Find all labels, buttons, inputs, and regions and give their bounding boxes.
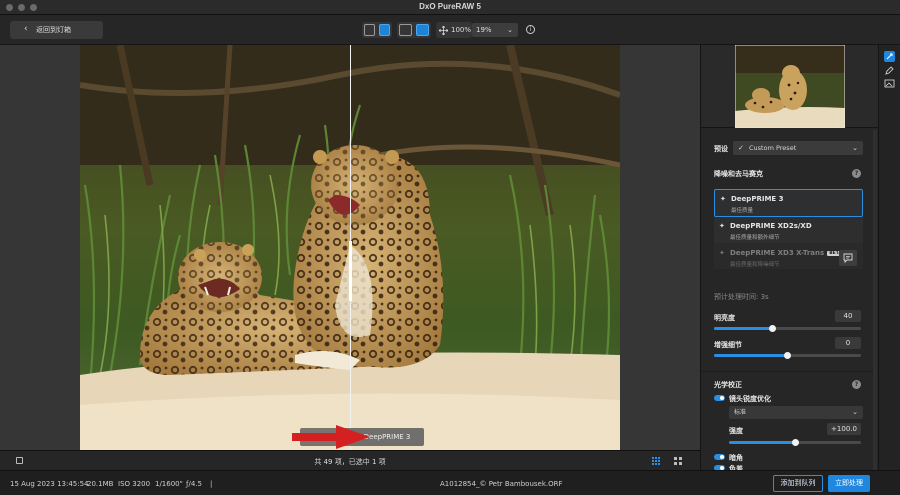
chevron-left-icon: ‹	[24, 24, 28, 34]
iso-value: ISO 3200	[118, 480, 151, 488]
luminance-slider-knob[interactable]	[769, 325, 777, 332]
feedback-button[interactable]	[839, 250, 857, 266]
title-bar: DxO PureRAW 5	[0, 0, 900, 15]
lens-sharpness-label: 镜头锐度优化	[729, 395, 771, 403]
noise-tool-icon[interactable]	[884, 51, 895, 62]
panel-scrollbar[interactable]	[873, 130, 877, 470]
image-viewer	[0, 45, 700, 450]
preset-value: Custom Preset	[749, 144, 797, 152]
compare-mode-group	[397, 22, 431, 38]
process-now-button[interactable]: 立即处理	[828, 475, 870, 492]
split-handle-icon[interactable]	[347, 241, 354, 301]
option-description: 最佳质量	[731, 208, 754, 214]
side-by-side-icon[interactable]	[399, 24, 412, 36]
window-title: DxO PureRAW 5	[419, 2, 481, 11]
view-mode-group	[362, 22, 392, 38]
aperture: ƒ/4.5	[186, 480, 202, 488]
image-tool-icon[interactable]	[884, 78, 895, 89]
chromatic-toggle[interactable]	[714, 465, 725, 470]
single-view-icon[interactable]	[364, 24, 375, 36]
grid-view-icon[interactable]	[652, 457, 660, 465]
chromatic-label: 色差	[729, 465, 743, 470]
info-icon[interactable]: i	[526, 25, 535, 34]
list-view-icon[interactable]	[674, 457, 682, 465]
file-size: 20.1MB	[87, 480, 114, 488]
sparkle-icon: ✦	[719, 222, 725, 230]
section-divider	[701, 371, 873, 372]
capture-date: 15 Aug 2023 13:45:54	[10, 480, 89, 488]
strength-label: 强度	[729, 427, 743, 435]
back-to-lightbox-button[interactable]: ‹ 返回到灯箱	[10, 21, 103, 39]
strength-value[interactable]: +100.0	[827, 423, 861, 435]
detail-value[interactable]: 0	[835, 337, 861, 349]
detail-slider[interactable]	[714, 352, 861, 359]
split-compare-icon[interactable]	[416, 24, 429, 36]
denoise-section-title: 降噪和去马赛克	[714, 170, 763, 178]
luminance-slider[interactable]	[714, 325, 861, 332]
status-bar: 15 Aug 2023 13:45:54 20.1MB ISO 3200 1/1…	[0, 470, 900, 495]
add-to-queue-button[interactable]: 添加到队列	[773, 475, 823, 492]
option-deepprime-xd2s[interactable]: ✦ DeepPRIME XD2s/XD 最佳质量和额外细节	[714, 217, 863, 243]
option-description: 最佳质量和额外细节	[730, 235, 780, 241]
settings-panel: 预设 ✓ Custom Preset ⌄ 降噪和去马赛克 ? ✦ DeepPRI…	[700, 45, 878, 470]
zoom-level-value: 19%	[476, 26, 492, 34]
help-icon[interactable]: ?	[852, 380, 861, 389]
filmstrip-bar: 共 49 项，已选中 1 项	[0, 450, 700, 470]
chevron-down-icon: ⌄	[852, 408, 858, 416]
strength-slider-fill	[729, 441, 795, 444]
chevron-down-icon: ⌄	[507, 26, 513, 34]
detail-label: 增强细节	[714, 341, 742, 349]
strength-slider[interactable]	[729, 439, 861, 446]
shutter-speed: 1/1600"	[155, 480, 183, 488]
optics-section-title: 光学校正	[714, 381, 742, 389]
sparkle-icon: ✦	[720, 195, 726, 203]
sparkle-icon: ✦	[719, 249, 725, 257]
lens-sharpness-toggle[interactable]	[714, 395, 725, 401]
preset-label: 预设	[714, 145, 728, 153]
selection-count: 共 49 项，已选中 1 项	[314, 458, 386, 466]
move-icon	[439, 25, 448, 35]
help-icon[interactable]: ?	[852, 169, 861, 178]
thumbnail-photo	[735, 45, 845, 128]
check-icon: ✓	[738, 144, 744, 152]
zoom-level-select[interactable]: 19% ⌄	[472, 23, 518, 37]
split-view-icon[interactable]	[379, 24, 390, 36]
red-arrow-icon	[292, 425, 370, 449]
strength-slider-knob[interactable]	[791, 439, 799, 446]
pen-tool-icon[interactable]	[884, 65, 895, 76]
navigator-thumbnail[interactable]	[735, 45, 845, 128]
zoom-fit-group[interactable]: 100%	[436, 22, 472, 38]
lens-mode-select[interactable]: 标准 ⌄	[729, 406, 863, 419]
vignetting-label: 暗角	[729, 454, 743, 462]
option-name: DeepPRIME 3	[731, 195, 784, 203]
detail-slider-fill	[714, 354, 788, 357]
toolbar: ‹ 返回到灯箱 100% 19% ⌄ i	[0, 15, 900, 45]
vignetting-toggle[interactable]	[714, 454, 725, 460]
preset-select[interactable]: ✓ Custom Preset ⌄	[733, 141, 863, 155]
luminance-slider-fill	[714, 327, 773, 330]
luminance-label: 明亮度	[714, 314, 735, 322]
option-name: DeepPRIME XD3 X-Trans BETA	[730, 249, 844, 257]
option-name: DeepPRIME XD2s/XD	[730, 222, 812, 230]
back-button-label: 返回到灯箱	[36, 26, 71, 34]
lens-mode-value: 标准	[734, 409, 747, 416]
option-deepprime-3[interactable]: ✦ DeepPRIME 3 最佳质量	[714, 189, 863, 217]
chat-icon	[843, 253, 853, 264]
chevron-down-icon: ⌄	[852, 144, 858, 152]
option-description: 最佳质量和降噪细节	[730, 262, 780, 268]
file-name: A1012854_© Petr Bambousek.ORF	[440, 480, 563, 488]
luminance-value[interactable]: 40	[835, 310, 861, 322]
status-separator: |	[210, 480, 213, 488]
detail-slider-knob[interactable]	[784, 352, 791, 359]
navigator	[701, 45, 878, 128]
tool-strip	[878, 45, 900, 470]
estimated-time: 预计处理时间: 3s	[714, 293, 769, 301]
zoom-100-label: 100%	[451, 26, 472, 34]
